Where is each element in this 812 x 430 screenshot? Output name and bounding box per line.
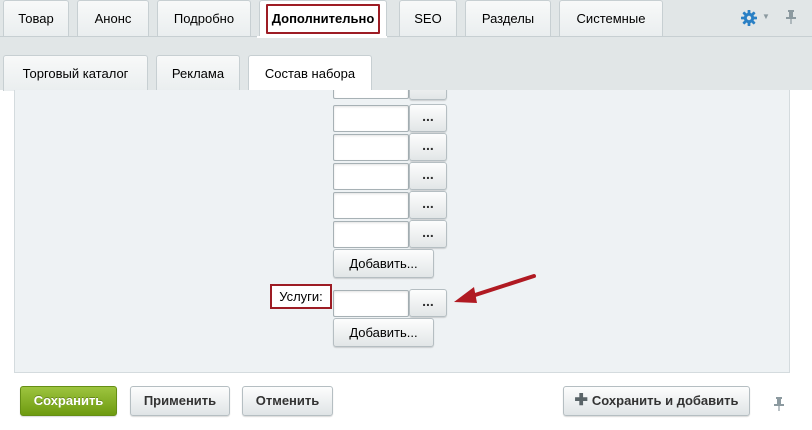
tab-reklama[interactable]: Реклама bbox=[156, 55, 240, 91]
file-input[interactable] bbox=[333, 221, 409, 248]
browse-button[interactable]: ... bbox=[409, 162, 447, 190]
browse-button[interactable]: ... bbox=[409, 220, 447, 248]
pin-icon[interactable] bbox=[773, 396, 785, 415]
browse-button[interactable]: ... bbox=[409, 133, 447, 161]
tab-dopolnitelno-label: Дополнительно bbox=[266, 4, 380, 34]
file-input[interactable] bbox=[333, 105, 409, 132]
browse-button[interactable]: ... bbox=[409, 104, 447, 132]
file-input[interactable] bbox=[333, 90, 409, 99]
services-browse-button[interactable]: ... bbox=[409, 289, 447, 317]
browse-button[interactable]: ... bbox=[409, 90, 447, 100]
tab-bar: Товар Анонс Подробно Дополнительно SEO Р… bbox=[0, 0, 812, 92]
browse-button[interactable]: ... bbox=[409, 191, 447, 219]
apply-button[interactable]: Применить bbox=[130, 386, 230, 416]
file-input[interactable] bbox=[333, 134, 409, 161]
services-label: Услуги: bbox=[270, 284, 332, 309]
tab-anons[interactable]: Анонс bbox=[77, 0, 149, 36]
tab-podrobno[interactable]: Подробно bbox=[157, 0, 251, 36]
tab-torgovyi-katalog[interactable]: Торговый каталог bbox=[3, 55, 148, 91]
tab-sostav-nabora[interactable]: Состав набора bbox=[248, 55, 372, 92]
gear-icon bbox=[741, 10, 757, 26]
tab-razdely[interactable]: Разделы bbox=[465, 0, 551, 36]
tab-row-divider bbox=[0, 36, 812, 37]
form-panel: ... ... ... ... ... ... Добавить... ... … bbox=[14, 90, 790, 373]
save-button[interactable]: Сохранить bbox=[20, 386, 117, 416]
settings-button[interactable]: ▼ bbox=[740, 9, 770, 29]
services-input[interactable] bbox=[333, 290, 409, 317]
plus-icon: ✚ bbox=[574, 392, 588, 409]
tab-dopolnitelno[interactable]: Дополнительно bbox=[259, 0, 387, 37]
tab-sistemnye[interactable]: Системные bbox=[559, 0, 663, 36]
file-input[interactable] bbox=[333, 163, 409, 190]
save-and-add-button[interactable]: ✚ Сохранить и добавить bbox=[563, 386, 750, 416]
cancel-button[interactable]: Отменить bbox=[242, 386, 333, 416]
annotation-arrow bbox=[454, 274, 536, 303]
add-button[interactable]: Добавить... bbox=[333, 249, 434, 278]
tab-seo[interactable]: SEO bbox=[399, 0, 457, 36]
tab-tovar[interactable]: Товар bbox=[3, 0, 69, 36]
chevron-down-icon: ▼ bbox=[762, 12, 770, 21]
save-and-add-label: Сохранить и добавить bbox=[591, 393, 739, 408]
services-add-button[interactable]: Добавить... bbox=[333, 318, 434, 347]
file-input[interactable] bbox=[333, 192, 409, 219]
pin-icon[interactable] bbox=[785, 9, 797, 28]
